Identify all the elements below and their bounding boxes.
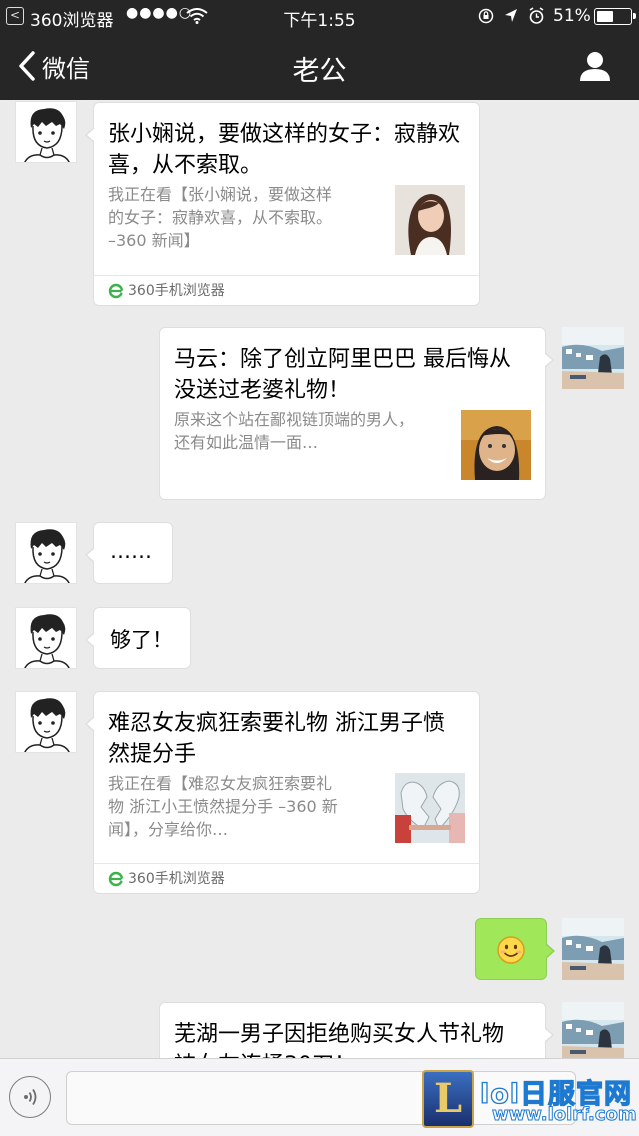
navigation-bar: 微信 老公 xyxy=(0,32,639,100)
profile-icon[interactable] xyxy=(578,50,612,82)
desc-line: 原来这个站在鄙视链顶端的男人， xyxy=(174,410,415,429)
desc-line: 我正在看【张小娴说，要做这样 xyxy=(108,185,333,204)
seaside-photo-avatar-icon xyxy=(562,327,624,389)
contact-avatar[interactable] xyxy=(15,101,77,163)
message-text: …… xyxy=(110,539,152,563)
desc-line: –360 新闻】 xyxy=(108,231,200,250)
cartoon-boy-avatar-icon xyxy=(24,108,70,162)
my-avatar[interactable] xyxy=(562,327,624,389)
broken-heart-couple-image xyxy=(395,773,465,843)
contact-avatar[interactable] xyxy=(15,522,77,584)
message-text: 够了！ xyxy=(110,628,173,652)
link-card-thumbnail xyxy=(395,773,465,843)
desc-line: 我正在看【难忍女友疯狂索要礼 xyxy=(108,774,333,793)
desc-line: 还有如此温情一面… xyxy=(174,433,319,452)
cartoon-boy-avatar-icon xyxy=(24,614,70,668)
site-watermark: L lol日服官网 www.lolrf.com xyxy=(422,1070,638,1130)
seaside-photo-avatar-icon xyxy=(562,1002,624,1064)
man-portrait-image xyxy=(461,410,531,480)
woman-portrait-image xyxy=(395,185,465,255)
smile-emoji-icon xyxy=(497,936,525,964)
rotation-lock-icon xyxy=(478,8,494,24)
location-icon xyxy=(505,9,517,22)
text-message[interactable]: 够了！ xyxy=(85,607,191,669)
link-card-source-label: 360手机浏览器 xyxy=(128,871,225,887)
link-card-title: 难忍女友疯狂索要礼物 浙江男子愤然提分手 xyxy=(108,711,445,767)
link-card-description: 我正在看【张小娴说，要做这样 的女子：寂静欢喜，从不索取。 –360 新闻】 xyxy=(108,183,378,252)
link-card-source: 360手机浏览器 xyxy=(94,863,479,895)
alarm-icon xyxy=(529,7,544,24)
360-browser-icon xyxy=(108,283,124,299)
contact-avatar[interactable] xyxy=(15,607,77,669)
link-card-thumbnail xyxy=(395,185,465,255)
contact-avatar[interactable] xyxy=(15,691,77,753)
desc-line: 的女子：寂静欢喜，从不索取。 xyxy=(108,208,333,227)
link-card-message[interactable]: 马云：除了创立阿里巴巴 最后悔从没送过老婆礼物！ 原来这个站在鄙视链顶端的男人，… xyxy=(159,327,554,500)
my-avatar[interactable] xyxy=(562,918,624,980)
desc-line: 物 浙江小王愤然提分手 –360 新 xyxy=(108,797,338,816)
link-card-source: 360手机浏览器 xyxy=(94,275,479,307)
link-card-message[interactable]: 难忍女友疯狂索要礼物 浙江男子愤然提分手 我正在看【难忍女友疯狂索要礼 物 浙江… xyxy=(85,691,480,895)
watermark-url: www.lolrf.com xyxy=(492,1104,638,1126)
link-card-thumbnail xyxy=(461,410,531,480)
my-avatar[interactable] xyxy=(562,1002,624,1064)
cartoon-boy-avatar-icon xyxy=(24,698,70,752)
battery-icon xyxy=(594,8,636,25)
status-bar: < 360浏览器 ●●●●○ 下午1:55 51% xyxy=(0,0,639,32)
link-card-source-label: 360手机浏览器 xyxy=(128,283,225,299)
link-card-title: 马云：除了创立阿里巴巴 最后悔从没送过老婆礼物！ xyxy=(174,347,511,403)
link-card-description: 我正在看【难忍女友疯狂索要礼 物 浙江小王愤然提分手 –360 新 闻】，分享给… xyxy=(108,772,378,841)
battery-level-fill xyxy=(597,11,613,22)
seaside-photo-avatar-icon xyxy=(562,918,624,980)
voice-input-button[interactable] xyxy=(9,1076,51,1118)
chat-title: 老公 xyxy=(292,56,347,87)
voice-wave-icon xyxy=(24,1089,37,1105)
link-card-message[interactable]: 张小娴说，要做这样的女子：寂静欢喜，从不索取。 我正在看【张小娴说，要做这样 的… xyxy=(85,102,480,307)
emoji-message[interactable] xyxy=(475,918,555,980)
battery-percentage: 51% xyxy=(553,6,591,26)
link-card-title: 张小娴说，要做这样的女子：寂静欢喜，从不索取。 xyxy=(108,122,461,178)
text-message[interactable]: …… xyxy=(85,522,173,584)
desc-line: 闻】，分享给你… xyxy=(108,820,229,839)
link-card-description: 原来这个站在鄙视链顶端的男人， 还有如此温情一面… xyxy=(174,408,454,454)
watermark-logo: L xyxy=(422,1070,474,1128)
360-browser-icon xyxy=(108,871,124,887)
cartoon-boy-avatar-icon xyxy=(24,529,70,583)
